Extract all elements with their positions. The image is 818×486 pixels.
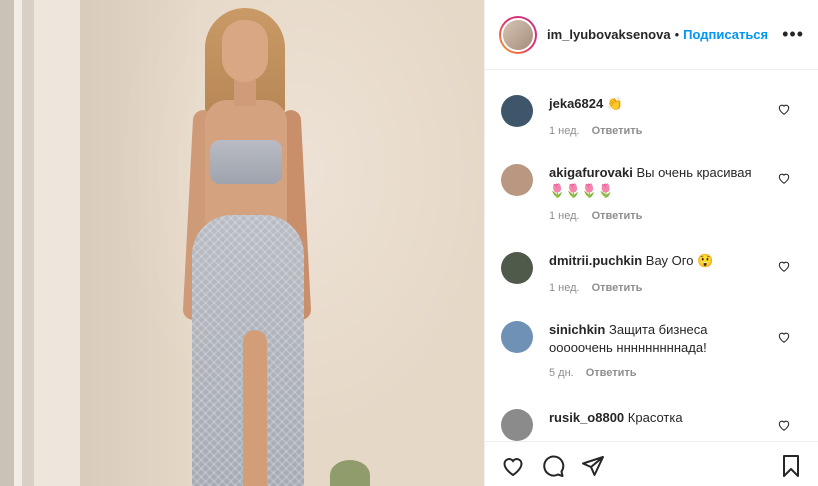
leg <box>243 330 267 486</box>
comment-meta: 5 дн. Ответить <box>549 367 767 379</box>
comment-text: rusik_o8800 Красотка <box>549 409 767 427</box>
comment-like-icon[interactable] <box>777 259 791 273</box>
paper-plane-icon[interactable] <box>581 454 605 478</box>
comment-text: akigafurovaki Вы очень красивая 🌷🌷🌷🌷 <box>549 164 767 200</box>
reply-button[interactable]: Ответить <box>592 210 643 222</box>
comment-item: rusik_o8800 Красотка <box>485 409 767 441</box>
comment-meta: 1 нед. Ответить <box>549 282 767 294</box>
comment-item: sinichkin Защита бизнеса ооооочень ннннн… <box>485 321 767 379</box>
follow-button[interactable]: Подписаться <box>683 27 768 42</box>
post-side-panel: im_lyubovaksenova • Подписаться ••• jeka… <box>484 0 818 486</box>
comment-username[interactable]: rusik_o8800 <box>549 410 624 425</box>
comment-username[interactable]: dmitrii.puchkin <box>549 253 642 268</box>
header-separator: • <box>674 27 680 42</box>
plant <box>330 460 370 486</box>
comment-avatar[interactable] <box>501 409 533 441</box>
avatar-image <box>501 17 535 52</box>
face <box>222 20 268 82</box>
comment-time[interactable]: 1 нед. <box>549 125 580 137</box>
post-viewer: im_lyubovaksenova • Подписаться ••• jeka… <box>0 0 818 486</box>
heart-outline-icon[interactable] <box>501 454 525 478</box>
comment-username[interactable]: sinichkin <box>549 322 605 337</box>
comment-body: dmitrii.puchkin Вау Ого 😲 1 нед. Ответить <box>549 252 767 294</box>
comment-username[interactable]: akigafurovaki <box>549 165 633 180</box>
comment-meta: 1 нед. Ответить <box>549 125 767 137</box>
more-options-icon[interactable]: ••• <box>782 24 804 45</box>
comment-avatar[interactable] <box>501 321 533 353</box>
profile-avatar[interactable] <box>499 15 537 54</box>
comment-text: dmitrii.puchkin Вау Ого 😲 <box>549 252 767 270</box>
comment-text: sinichkin Защита бизнеса ооооочень ннннн… <box>549 321 767 357</box>
comment-body: jeka6824 👏 1 нед. Ответить <box>549 95 767 137</box>
comment-avatar[interactable] <box>501 164 533 196</box>
comment-like-icon[interactable] <box>777 171 791 185</box>
comment-time[interactable]: 1 нед. <box>549 210 580 222</box>
comment-avatar[interactable] <box>501 95 533 127</box>
comment-message: Вау Ого 😲 <box>645 253 714 268</box>
speech-bubble-icon[interactable] <box>541 454 565 478</box>
comment-meta: 1 нед. Ответить <box>549 210 767 222</box>
comment-username[interactable]: jeka6824 <box>549 96 603 111</box>
comment-like-icon[interactable] <box>777 418 791 432</box>
comment-time[interactable]: 1 нед. <box>549 282 580 294</box>
comment-like-icon[interactable] <box>777 102 791 116</box>
reply-button[interactable]: Ответить <box>586 367 637 379</box>
post-username[interactable]: im_lyubovaksenova <box>547 27 671 42</box>
post-photo[interactable] <box>0 0 484 486</box>
bookmark-icon[interactable] <box>779 454 803 478</box>
reply-button[interactable]: Ответить <box>592 125 643 137</box>
comment-message: 👏 <box>606 96 624 111</box>
sequin-top <box>210 140 282 184</box>
comment-text: jeka6824 👏 <box>549 95 767 113</box>
comment-item: akigafurovaki Вы очень красивая 🌷🌷🌷🌷 1 н… <box>485 164 767 222</box>
comment-message: Красотка <box>627 410 683 425</box>
comment-body: sinichkin Защита бизнеса ооооочень ннннн… <box>549 321 767 379</box>
neck <box>234 80 256 106</box>
comments-list: jeka6824 👏 1 нед. Ответить akigafurovaki … <box>485 71 818 441</box>
comment-body: akigafurovaki Вы очень красивая 🌷🌷🌷🌷 1 н… <box>549 164 767 222</box>
post-header: im_lyubovaksenova • Подписаться ••• <box>485 0 818 70</box>
comment-avatar[interactable] <box>501 252 533 284</box>
reply-button[interactable]: Ответить <box>592 282 643 294</box>
post-actions-bar <box>485 441 818 486</box>
person-figure <box>150 0 340 486</box>
comment-like-icon[interactable] <box>777 330 791 344</box>
comment-item: dmitrii.puchkin Вау Ого 😲 1 нед. Ответить <box>485 252 767 294</box>
comment-time[interactable]: 5 дн. <box>549 367 574 379</box>
comment-body: rusik_o8800 Красотка <box>549 409 767 441</box>
comment-item: jeka6824 👏 1 нед. Ответить <box>485 95 767 137</box>
